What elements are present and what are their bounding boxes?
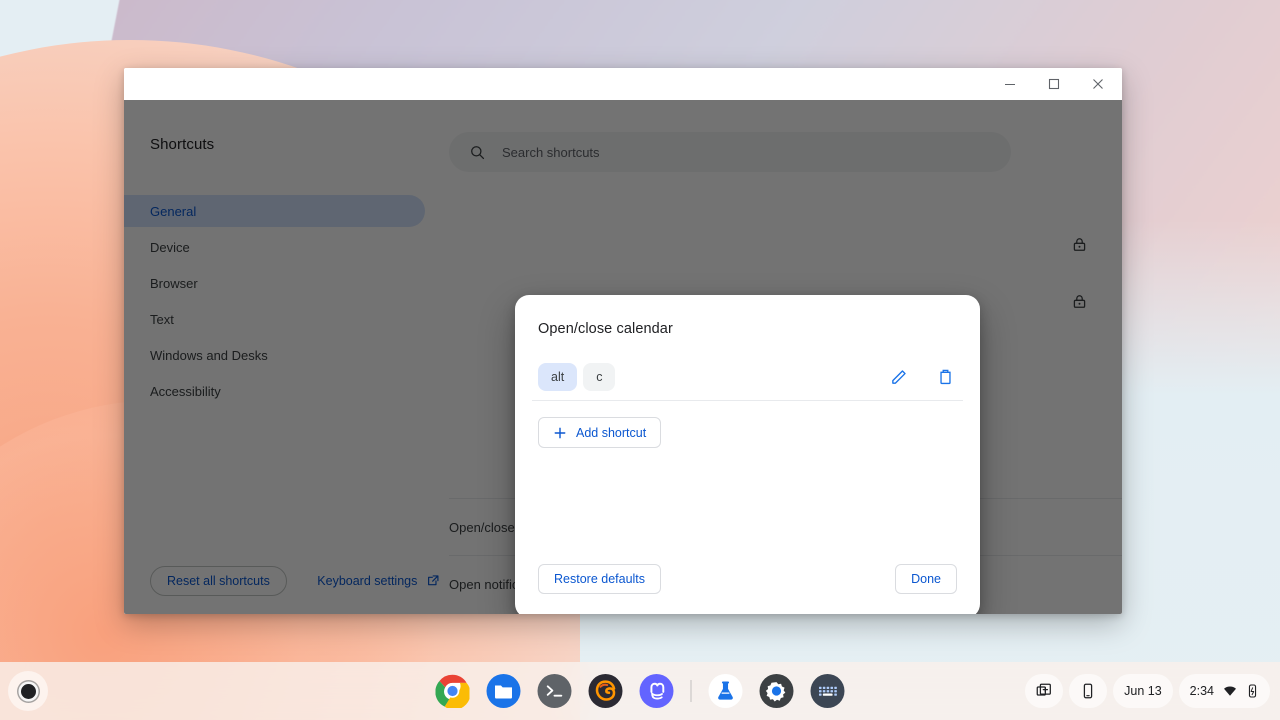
key-chip: c [583, 362, 616, 391]
tray-time: 2:34 [1189, 684, 1214, 698]
mastodon-icon [639, 674, 674, 708]
shelf-item-mastodon[interactable] [637, 671, 677, 711]
phone-hub-icon [1083, 683, 1093, 699]
launcher-icon [20, 683, 36, 699]
shelf-item-settings[interactable] [757, 671, 797, 711]
battery-icon [1248, 684, 1257, 698]
maximize-button[interactable] [1032, 68, 1076, 100]
shelf-app-list [433, 671, 848, 711]
shelf: Jun 13 2:34 [0, 662, 1280, 720]
shelf-item-files[interactable] [484, 671, 524, 711]
shortcuts-app-window: Shortcuts General Device Browser Text [124, 68, 1122, 614]
window-titlebar[interactable] [124, 68, 1122, 100]
pencil-icon [891, 370, 906, 384]
minimize-button[interactable] [988, 68, 1032, 100]
close-button[interactable] [1076, 68, 1120, 100]
maximize-icon [1048, 78, 1060, 90]
dialog-shortcut-keys: alt c [538, 362, 887, 391]
dialog-shortcut-actions [887, 365, 957, 389]
plus-icon [554, 427, 566, 438]
beaker-icon [708, 674, 743, 708]
done-button[interactable]: Done [895, 564, 957, 594]
system-tray: Jun 13 2:34 [1025, 674, 1270, 708]
firefox-icon [588, 674, 623, 708]
wifi-icon [1224, 686, 1236, 696]
shelf-item-firefox[interactable] [586, 671, 626, 711]
shelf-divider [690, 680, 692, 702]
settings-gear-icon [759, 674, 794, 708]
shortcuts-keyboard-icon [810, 674, 845, 708]
shelf-item-shortcuts[interactable] [808, 671, 848, 711]
dialog-title: Open/close calendar [538, 321, 673, 337]
app-body: Shortcuts General Device Browser Text [124, 100, 1122, 614]
chrome-icon [435, 674, 470, 708]
restore-defaults-button[interactable]: Restore defaults [538, 564, 662, 594]
new-desk-icon [1036, 683, 1052, 696]
add-shortcut-label: Add shortcut [576, 425, 647, 440]
dialog-footer: Restore defaults Done [532, 564, 963, 614]
shelf-item-chrome[interactable] [433, 671, 473, 711]
desktop: Shortcuts General Device Browser Text [0, 0, 1280, 720]
delete-shortcut-button[interactable] [933, 365, 957, 389]
phone-hub-button[interactable] [1069, 674, 1108, 708]
edit-shortcut-button[interactable] [887, 365, 911, 389]
tray-date: Jun 13 [1124, 684, 1162, 698]
edit-shortcut-dialog: Open/close calendar alt c Add shortcut R… [515, 295, 980, 614]
launcher-button[interactable] [8, 671, 48, 711]
trash-icon [939, 369, 951, 385]
files-icon [486, 674, 521, 708]
new-desk-button[interactable] [1025, 674, 1064, 708]
date-tray-button[interactable]: Jun 13 [1113, 674, 1173, 708]
shelf-item-beaker[interactable] [706, 671, 746, 711]
dialog-shortcut-row: alt c [532, 353, 963, 401]
status-tray-button[interactable]: 2:34 [1178, 674, 1270, 708]
close-icon [1093, 79, 1103, 89]
shelf-item-terminal[interactable] [535, 671, 575, 711]
minimize-icon [1005, 84, 1015, 85]
add-shortcut-button[interactable]: Add shortcut [538, 417, 662, 448]
key-chip-modifier: alt [538, 362, 578, 391]
terminal-icon [537, 674, 572, 708]
